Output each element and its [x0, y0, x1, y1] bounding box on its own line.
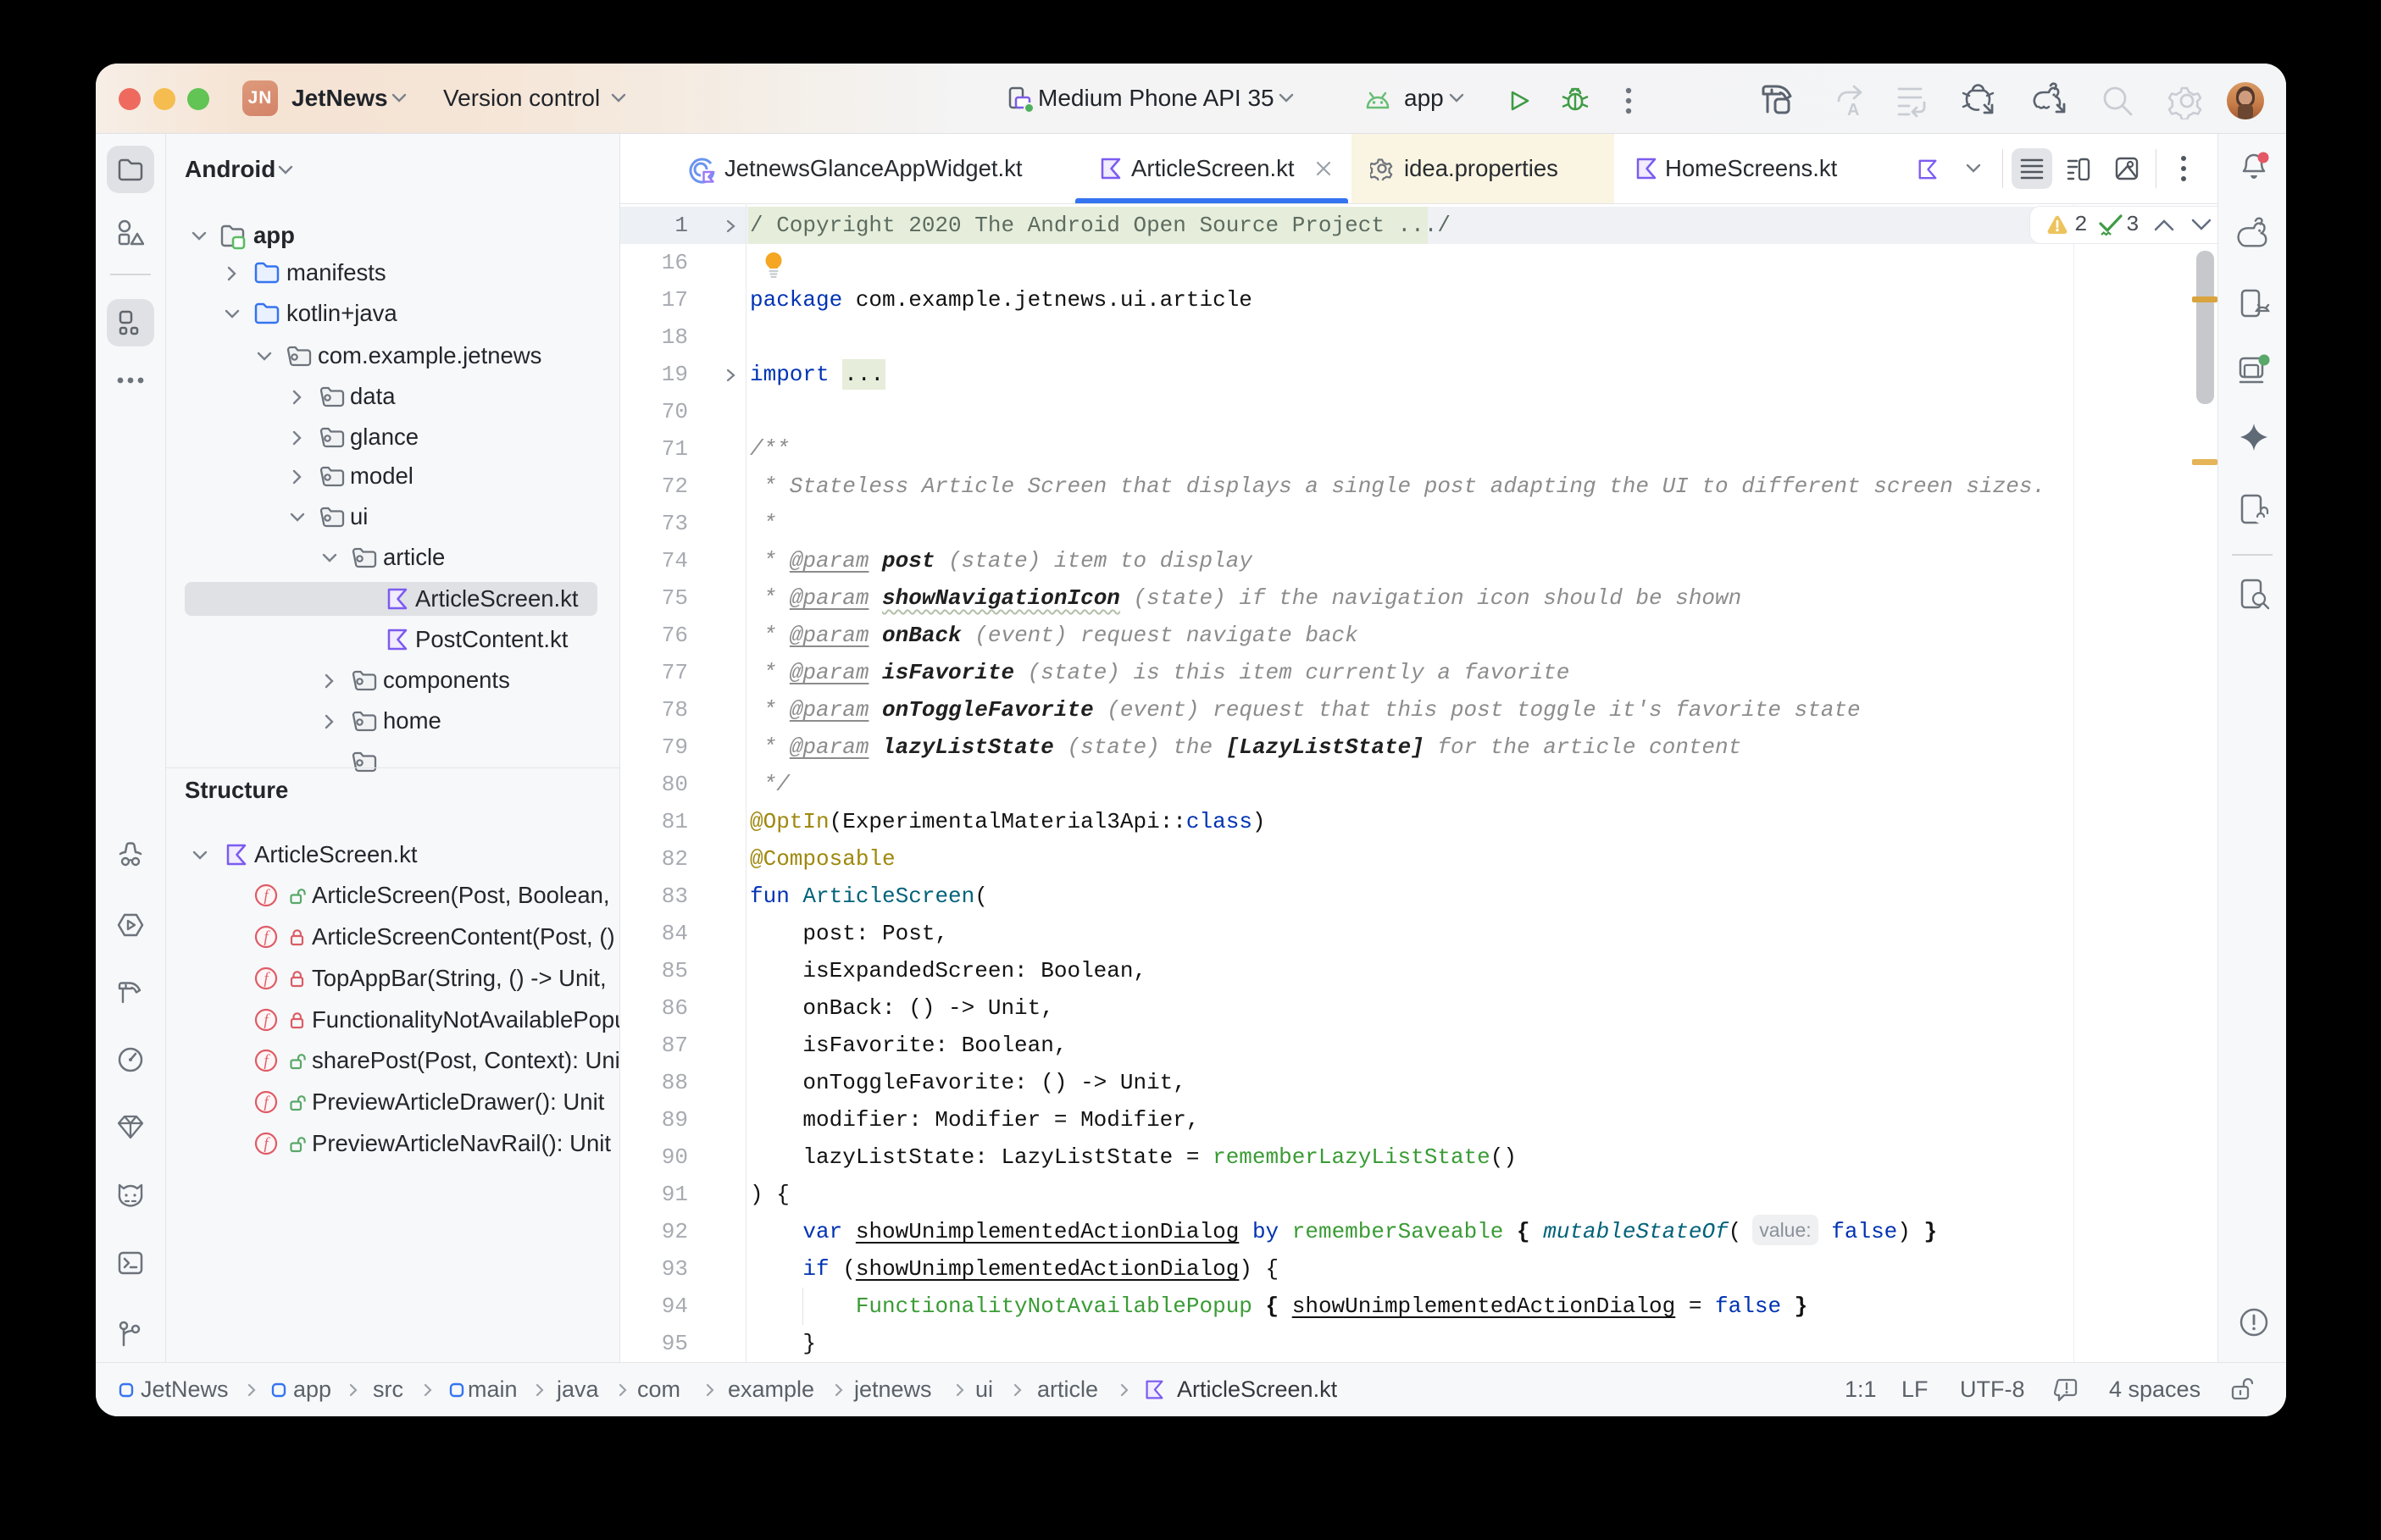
svg-text:A: A — [1847, 101, 1859, 119]
